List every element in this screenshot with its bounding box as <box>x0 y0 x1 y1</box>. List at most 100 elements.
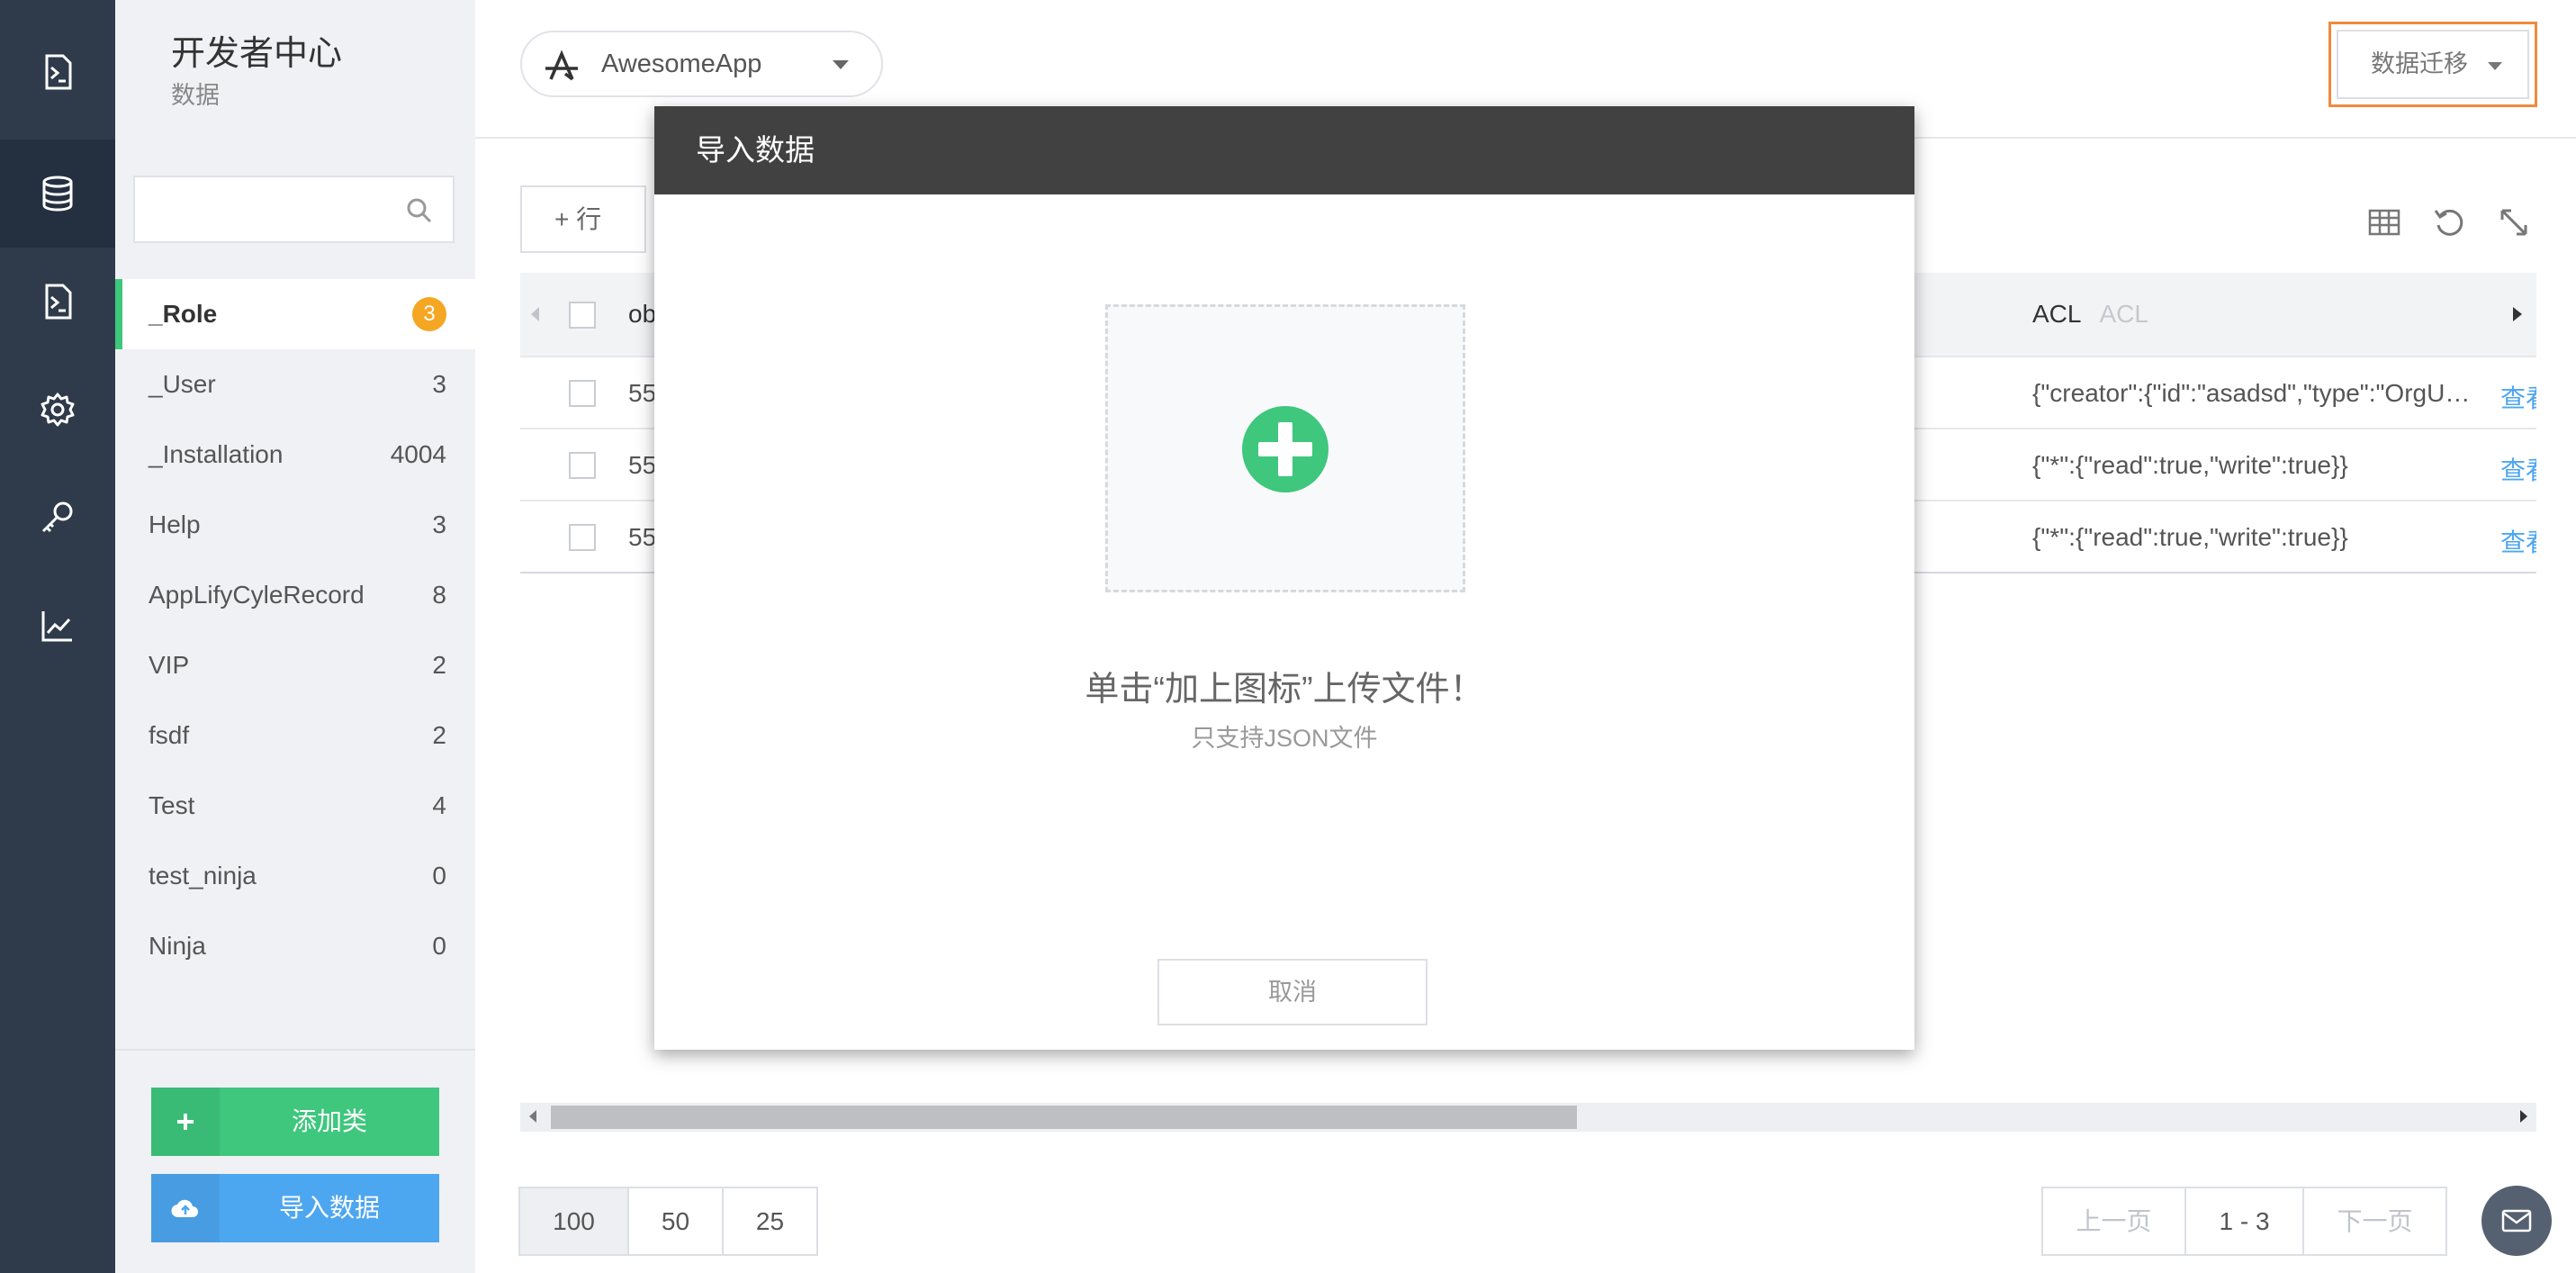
select-all-checkbox[interactable] <box>569 302 596 329</box>
class-name: fsdf <box>149 721 190 749</box>
class-name: AppLifyCyleRecord <box>149 581 365 609</box>
console-nav[interactable] <box>0 18 115 126</box>
database-icon <box>42 176 73 212</box>
class-item[interactable]: Help 3 <box>115 490 475 560</box>
import-data-label: 导入数据 <box>278 1194 380 1222</box>
class-name: Test <box>149 791 195 819</box>
class-item[interactable]: _Role 3 <box>115 279 475 349</box>
mail-icon <box>2501 1209 2532 1232</box>
scrollbar-thumb[interactable] <box>551 1106 1577 1129</box>
next-page-button[interactable]: 下一页 <box>2302 1187 2447 1256</box>
class-count: 0 <box>432 862 446 889</box>
key-nav[interactable] <box>0 464 115 572</box>
scroll-right-icon[interactable] <box>2513 307 2522 321</box>
page-title: 开发者中心 <box>171 35 343 73</box>
class-item[interactable]: fsdf 2 <box>115 700 475 771</box>
row-checkbox[interactable] <box>569 524 596 551</box>
column-type: ACL <box>2099 300 2148 328</box>
class-count: 2 <box>432 651 446 679</box>
class-sidebar: 开发者中心 数据 _Role 3 _User 3 _Installation 4004… <box>115 0 475 1273</box>
class-count: 4 <box>432 791 446 819</box>
settings-nav[interactable] <box>0 356 115 464</box>
import-data-modal: 导入数据 单击“加上图标”上传文件！ 只支持JSON文件 取消 <box>654 106 1914 1050</box>
class-item[interactable]: test_ninja 0 <box>115 841 475 911</box>
scroll-right-arrow-icon[interactable] <box>2520 1110 2527 1123</box>
plus-icon <box>151 1088 220 1156</box>
row-checkbox[interactable] <box>569 380 596 407</box>
class-name: _Role <box>149 300 218 328</box>
data-migration-label: 数据迁移 <box>2371 50 2468 77</box>
view-link[interactable]: 查看 <box>2500 379 2536 415</box>
class-item[interactable]: _Installation 4004 <box>115 420 475 490</box>
class-list: _Role 3 _User 3 _Installation 4004 Help 3 Ap… <box>115 279 475 981</box>
view-link[interactable]: 查看 <box>2500 523 2536 559</box>
cell-acl[interactable]: {"*":{"read":true,"write":true}} <box>2032 451 2473 480</box>
prev-page-button[interactable]: 上一页 <box>2041 1187 2186 1256</box>
file-drop-zone[interactable] <box>1105 304 1465 592</box>
class-name: _User <box>149 370 216 398</box>
class-count: 4004 <box>390 440 446 468</box>
icon-rail <box>0 0 115 1273</box>
row-checkbox[interactable] <box>569 452 596 479</box>
view-link[interactable]: 查看 <box>2500 451 2536 487</box>
class-name: _Installation <box>149 440 284 468</box>
add-row-label: 行 <box>576 205 602 233</box>
class-item[interactable]: VIP 2 <box>115 630 475 700</box>
chevron-down-icon <box>833 60 849 69</box>
page-size-option[interactable]: 25 <box>722 1187 818 1256</box>
modal-title: 导入数据 <box>654 106 1914 194</box>
page-size-option[interactable]: 100 <box>518 1187 629 1256</box>
import-data-button[interactable]: 导入数据 <box>151 1174 439 1242</box>
expand-icon[interactable] <box>2497 205 2531 239</box>
class-name: Help <box>149 510 201 538</box>
column-header-objectid[interactable]: ob <box>628 300 656 329</box>
columns-icon[interactable] <box>2367 205 2401 239</box>
cell-objectid[interactable]: 55 <box>628 523 656 552</box>
class-item[interactable]: AppLifyCyleRecord 8 <box>115 560 475 630</box>
class-name: test_ninja <box>149 862 257 889</box>
scroll-left-icon[interactable] <box>531 307 539 321</box>
table-tools <box>2367 205 2531 239</box>
add-file-icon[interactable] <box>1242 406 1329 492</box>
page-subtitle: 数据 <box>171 82 220 109</box>
page-size-option[interactable]: 50 <box>627 1187 724 1256</box>
pagination: 上一页 1 - 3 下一页 <box>2041 1187 2447 1256</box>
cell-objectid[interactable]: 55 <box>628 451 656 480</box>
page-size-selector: 100 50 25 <box>518 1187 818 1256</box>
class-item[interactable]: _User 3 <box>115 349 475 420</box>
database-nav[interactable] <box>0 140 115 248</box>
chart-icon <box>41 611 72 642</box>
app-store-icon <box>545 50 578 81</box>
console-icon <box>45 54 72 90</box>
document-icon <box>45 284 72 320</box>
document-nav[interactable] <box>0 248 115 356</box>
divider <box>115 1049 475 1051</box>
search-icon <box>407 198 432 223</box>
column-name: ACL <box>2032 300 2082 328</box>
chevron-down-icon <box>2488 62 2502 70</box>
upload-hint: 只支持JSON文件 <box>1191 725 1378 752</box>
cell-objectid[interactable]: 55 <box>628 379 656 408</box>
cell-acl[interactable]: {"creator":{"id":"asadsd","type":"OrgUse… <box>2032 379 2473 408</box>
scroll-left-arrow-icon[interactable] <box>529 1110 536 1123</box>
cancel-button[interactable]: 取消 <box>1157 959 1428 1025</box>
class-count: 3 <box>432 370 446 398</box>
data-migration-button[interactable]: 数据迁移 <box>2337 30 2529 99</box>
add-row-button[interactable]: + 行 <box>520 185 646 253</box>
add-class-button[interactable]: 添加类 <box>151 1088 439 1156</box>
cell-acl[interactable]: {"*":{"read":true,"write":true}} <box>2032 523 2473 552</box>
key-icon <box>41 501 73 533</box>
class-search-input[interactable] <box>133 176 455 243</box>
chat-button[interactable] <box>2481 1186 2552 1256</box>
class-item[interactable]: Ninja 0 <box>115 911 475 981</box>
app-selector[interactable]: AwesomeApp <box>520 31 883 97</box>
horizontal-scrollbar[interactable] <box>520 1103 2536 1132</box>
refresh-icon[interactable] <box>2432 205 2466 239</box>
gear-icon <box>41 393 75 427</box>
analytics-nav[interactable] <box>0 572 115 680</box>
class-item[interactable]: Test 4 <box>115 771 475 841</box>
class-count-badge: 3 <box>412 297 446 331</box>
column-header-acl[interactable]: ACL ACL <box>2032 300 2148 329</box>
class-count: 0 <box>432 932 446 960</box>
class-count: 2 <box>432 721 446 749</box>
